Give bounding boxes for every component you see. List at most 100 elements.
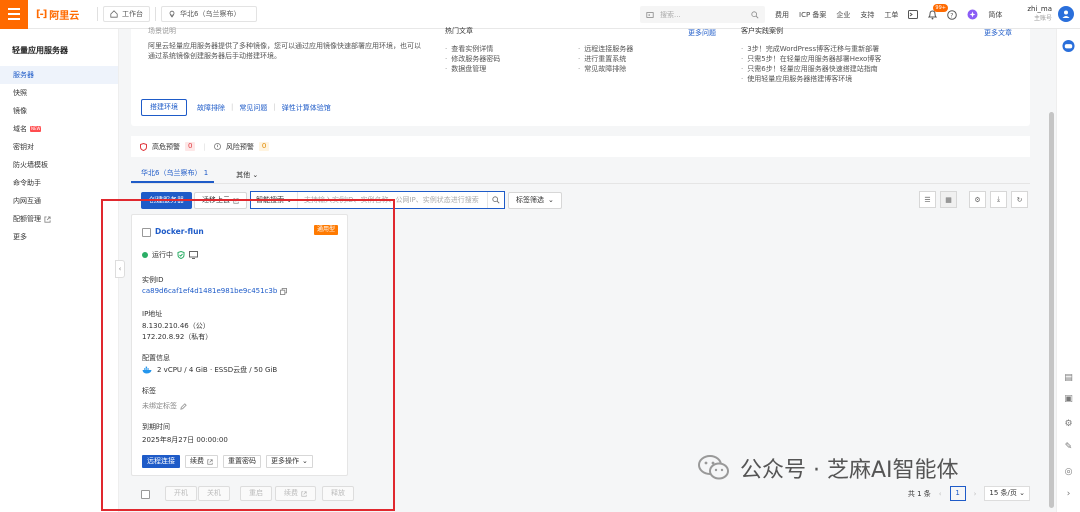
pagination: 共 1 条 ‹ 1 › 15 条/页 ⌄	[908, 486, 1030, 501]
edit-icon[interactable]	[180, 402, 187, 410]
page-size-select[interactable]: 15 条/页 ⌄	[984, 486, 1030, 501]
hot-article[interactable]: 查看实例详情	[445, 44, 500, 54]
tag-filter-button[interactable]: 标签筛选 ⌄	[508, 192, 562, 209]
sidebar-item-snapshots[interactable]: 快照	[0, 84, 118, 102]
search-input[interactable]: 支持输入实例ID、实例名称、公网IP、实例状态进行搜索	[298, 195, 487, 205]
sidebar-item-quota[interactable]: 配额管理	[0, 210, 118, 228]
menu-icon[interactable]	[0, 0, 28, 29]
sidebar-collapse-handle[interactable]: ‹	[115, 260, 125, 278]
nav-support[interactable]: 支持	[860, 10, 874, 20]
bell-icon[interactable]: 99+	[928, 3, 948, 20]
search-icon[interactable]	[751, 10, 759, 19]
tag-value: 未绑定标签	[142, 402, 177, 410]
instance-card[interactable]: Docker-flun 通用型 运行中 实例ID ca89d6caf1ef4d1…	[131, 214, 348, 476]
restart-button[interactable]: 重启	[240, 486, 272, 501]
stop-button[interactable]: 关机	[198, 486, 230, 501]
tag-label: 标签	[142, 387, 156, 395]
calculator-icon[interactable]: ▣	[1062, 392, 1075, 405]
chat-bot-icon[interactable]	[1062, 39, 1075, 52]
tab-other[interactable]: 其他 ⌄	[226, 170, 264, 183]
troubleshoot-link[interactable]: 故障排除	[197, 103, 225, 113]
page-number[interactable]: 1	[949, 486, 966, 501]
case-article[interactable]: 3步！完成WordPress博客迁移与重新部署	[741, 44, 881, 54]
sidebar-item-more[interactable]: 更多	[0, 228, 118, 246]
grid-view-icon[interactable]: ▦	[940, 191, 957, 208]
document-icon[interactable]: ▤	[1062, 371, 1075, 384]
home-icon	[110, 10, 118, 18]
migrate-button[interactable]: 迁移上云	[194, 192, 247, 209]
global-search-input[interactable]: 搜索...	[640, 6, 765, 23]
download-icon[interactable]: ⤓	[990, 191, 1007, 208]
hot-article[interactable]: 常见故障排除	[578, 64, 633, 74]
nav-enterprise[interactable]: 企业	[836, 10, 850, 20]
more-actions-label: 更多操作	[271, 457, 299, 465]
settings-icon[interactable]: ⚙	[969, 191, 986, 208]
collapse-icon[interactable]: ›	[1062, 487, 1075, 500]
start-button[interactable]: 开机	[165, 486, 197, 501]
risk-warning-label[interactable]: 风险预警	[226, 142, 254, 152]
experience-link[interactable]: 弹性计算体验馆	[282, 103, 331, 113]
instance-search[interactable]: 智能搜索 ⌄ 支持输入实例ID、实例名称、公网IP、实例状态进行搜索	[250, 191, 505, 209]
faq-link[interactable]: 常见问题	[239, 103, 267, 113]
build-environment-button[interactable]: 搭建环境	[141, 99, 187, 116]
more-questions-link[interactable]: 更多问题	[688, 28, 716, 38]
scrollbar[interactable]	[1049, 40, 1054, 510]
user-info[interactable]: zhi_ma 主账号	[1027, 4, 1052, 24]
nav-fees[interactable]: 费用	[775, 10, 789, 20]
create-server-button[interactable]: 创建服务器	[141, 192, 192, 209]
ai-assistant-icon[interactable]	[967, 9, 978, 20]
more-articles-link[interactable]: 更多文章	[984, 28, 1012, 38]
case-article[interactable]: 使用轻量应用服务器搭建博客环境	[741, 74, 881, 84]
scene-text-2: 通过系统镜像创建服务器后手动搭建环境。	[148, 52, 281, 60]
release-button[interactable]: 释放	[322, 486, 354, 501]
reset-password-button[interactable]: 重置密码	[223, 455, 261, 468]
case-article[interactable]: 只需5步！在轻量应用服务器部署Hexo博客	[741, 54, 881, 64]
hot-article[interactable]: 进行重置系统	[578, 54, 633, 64]
tab-region-active[interactable]: 华北6（乌兰察布） 1	[131, 168, 215, 183]
renew-button[interactable]: 续费	[185, 455, 218, 468]
instance-id[interactable]: ca89d6caf1ef4d1481e981be9c451c3b	[142, 287, 277, 295]
sidebar-item-command-assistant[interactable]: 命令助手	[0, 174, 118, 192]
nav-icp[interactable]: ICP 备案	[799, 10, 826, 20]
help-icon[interactable]: ?	[947, 9, 958, 20]
copy-icon[interactable]	[280, 287, 288, 295]
sidebar-item-images[interactable]: 镜像	[0, 102, 118, 120]
sidebar-item-keypairs[interactable]: 密钥对	[0, 138, 118, 156]
hot-article[interactable]: 远程连接服务器	[578, 44, 633, 54]
hot-article[interactable]: 修改服务器密码	[445, 54, 500, 64]
search-type-select[interactable]: 智能搜索 ⌄	[251, 192, 298, 208]
terminal-icon[interactable]	[908, 10, 919, 19]
workbench-button[interactable]: 工作台	[103, 6, 150, 22]
sidebar-item-servers[interactable]: 服务器	[0, 66, 118, 84]
monitor-icon[interactable]	[189, 251, 198, 259]
list-view-icon[interactable]: ☰	[919, 191, 936, 208]
sidebar-item-intranet[interactable]: 内网互通	[0, 192, 118, 210]
search-button[interactable]	[487, 192, 504, 208]
select-all-checkbox[interactable]	[141, 490, 150, 499]
logo[interactable]: [-] 阿里云	[36, 7, 92, 22]
region-selector[interactable]: 华北6（乌兰察布）	[161, 6, 257, 22]
bulk-renew-button[interactable]: 续费	[275, 486, 316, 501]
headset-icon[interactable]: ◎	[1062, 465, 1075, 478]
remote-connect-button[interactable]: 远程连接	[142, 455, 180, 468]
instance-name[interactable]: Docker-flun	[155, 227, 204, 236]
settings-icon[interactable]: ⚙	[1062, 417, 1075, 430]
high-risk-label[interactable]: 高危预警	[152, 142, 180, 152]
instance-checkbox[interactable]	[142, 228, 151, 237]
avatar[interactable]	[1058, 6, 1074, 22]
language-switch[interactable]: 简体	[988, 10, 1002, 20]
hot-article[interactable]: 数据盘管理	[445, 64, 500, 74]
next-page-icon[interactable]: ›	[974, 490, 977, 498]
security-shield-icon[interactable]	[177, 251, 185, 259]
case-article[interactable]: 只需6步！轻量应用服务器快速搭建站指南	[741, 64, 881, 74]
instance-actions: 远程连接 续费 重置密码 更多操作 ⌄	[142, 455, 313, 468]
nav-ticket[interactable]: 工单	[884, 10, 898, 20]
more-actions-button[interactable]: 更多操作 ⌄	[266, 455, 313, 468]
sidebar-item-domains[interactable]: 域名 NEW	[0, 120, 118, 138]
scrollbar-thumb[interactable]	[1049, 112, 1054, 508]
edit-icon[interactable]: ✎	[1062, 440, 1075, 453]
total-count: 共 1 条	[907, 489, 931, 498]
refresh-icon[interactable]: ↻	[1011, 191, 1028, 208]
sidebar-item-firewall-templates[interactable]: 防火墙模板	[0, 156, 118, 174]
prev-page-icon[interactable]: ‹	[939, 490, 942, 498]
